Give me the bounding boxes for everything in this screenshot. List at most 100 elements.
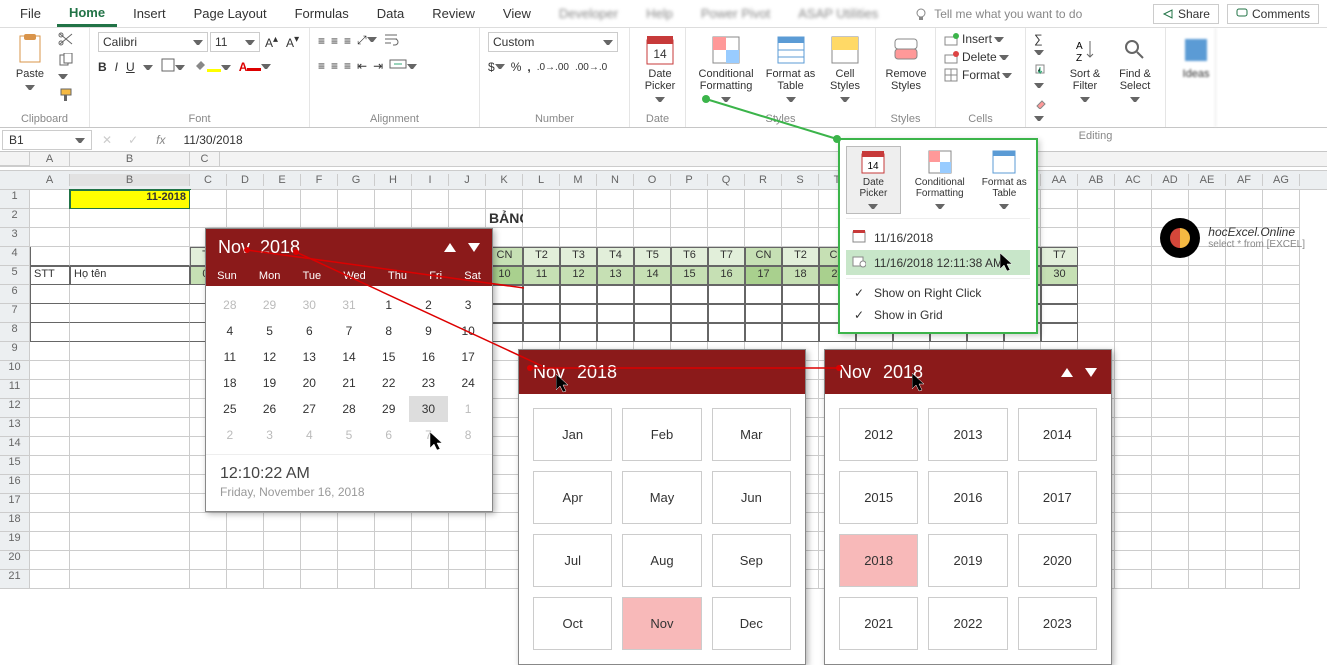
cal-year[interactable]: 2018 [260, 237, 300, 258]
cell[interactable]: BẢNG CHẤM CÔNG T11-2018 [486, 209, 523, 228]
cell[interactable] [1152, 190, 1189, 209]
cell[interactable] [708, 209, 745, 228]
sort-filter-button[interactable]: AZ Sort & Filter [1063, 32, 1107, 106]
cell[interactable] [1041, 209, 1078, 228]
menu-show-grid[interactable]: ✓Show in Grid [846, 304, 1030, 326]
row-header[interactable]: 1 [0, 190, 30, 209]
format-painter-button[interactable] [58, 88, 81, 105]
cal-day[interactable]: 5 [329, 422, 369, 448]
cell[interactable] [1263, 494, 1300, 513]
cell[interactable] [338, 513, 375, 532]
cal-day[interactable]: 17 [448, 344, 488, 370]
cell[interactable] [1226, 323, 1263, 342]
cal-year-cell[interactable]: 2017 [1018, 471, 1097, 524]
cell[interactable] [1115, 475, 1152, 494]
cell[interactable] [264, 551, 301, 570]
row-header[interactable]: 18 [0, 513, 30, 532]
align-left-button[interactable]: ≡ [318, 59, 325, 73]
tab-hidden2[interactable]: Help [634, 2, 685, 25]
cell[interactable]: 12 [560, 266, 597, 285]
cell[interactable] [1115, 304, 1152, 323]
cell[interactable] [1041, 228, 1078, 247]
popup-date-picker-button[interactable]: 14 Date Picker [846, 146, 901, 214]
cal-month-cell[interactable]: Mar [712, 408, 791, 461]
cell[interactable] [1189, 456, 1226, 475]
cell[interactable] [1152, 437, 1189, 456]
col-header[interactable]: B [70, 152, 190, 166]
share-button[interactable]: Share [1153, 4, 1219, 24]
cell[interactable] [634, 209, 671, 228]
cell[interactable] [1152, 399, 1189, 418]
cal-day[interactable]: 3 [250, 422, 290, 448]
tab-review[interactable]: Review [420, 2, 487, 25]
cell[interactable] [708, 304, 745, 323]
cell[interactable] [1189, 532, 1226, 551]
cal-day[interactable]: 24 [448, 370, 488, 396]
cell[interactable] [1263, 342, 1300, 361]
cell[interactable] [1115, 570, 1152, 589]
cell[interactable] [449, 570, 486, 589]
cell[interactable] [70, 399, 190, 418]
cell[interactable] [1226, 532, 1263, 551]
cal3-next-button[interactable] [1085, 368, 1097, 377]
cell[interactable] [671, 285, 708, 304]
cal-day[interactable]: 4 [289, 422, 329, 448]
cal-day[interactable]: 7 [409, 422, 449, 448]
cal-day[interactable]: 27 [289, 396, 329, 422]
cell[interactable] [30, 247, 70, 266]
cell[interactable] [1152, 304, 1189, 323]
tab-file[interactable]: File [8, 2, 53, 25]
cell[interactable] [671, 190, 708, 209]
cal-day[interactable]: 14 [329, 344, 369, 370]
font-size-select[interactable]: 11 [210, 32, 260, 52]
cell[interactable] [745, 209, 782, 228]
cell[interactable] [1115, 266, 1152, 285]
cell[interactable] [449, 209, 486, 228]
select-all-corner[interactable] [0, 152, 30, 166]
cell[interactable] [70, 304, 190, 323]
cal-day[interactable]: 6 [289, 318, 329, 344]
cal-month-cell[interactable]: May [622, 471, 701, 524]
cell[interactable] [1152, 285, 1189, 304]
cell[interactable] [1263, 475, 1300, 494]
cell[interactable] [671, 228, 708, 247]
cell[interactable] [1263, 380, 1300, 399]
cell[interactable] [375, 513, 412, 532]
cell[interactable] [523, 304, 560, 323]
dec-decimal-button[interactable]: .00→.0 [575, 62, 607, 73]
cell[interactable] [1189, 418, 1226, 437]
cell[interactable] [782, 209, 819, 228]
col-header[interactable]: D [227, 174, 264, 186]
cell[interactable] [338, 551, 375, 570]
inc-decimal-button[interactable]: .0→.00 [537, 62, 569, 73]
cell[interactable] [30, 456, 70, 475]
cell[interactable]: T3 [560, 247, 597, 266]
cal-day[interactable]: 1 [369, 292, 409, 318]
cell[interactable] [412, 570, 449, 589]
cell[interactable] [30, 285, 70, 304]
cell[interactable] [70, 285, 190, 304]
row-header[interactable]: 10 [0, 361, 30, 380]
menu-insert-datetime[interactable]: 11/16/2018 12:11:38 AM [846, 250, 1030, 275]
cell[interactable] [745, 304, 782, 323]
autosum-button[interactable]: ∑ [1034, 32, 1051, 60]
cell[interactable] [1152, 570, 1189, 589]
cell[interactable] [708, 323, 745, 342]
cell[interactable] [1189, 304, 1226, 323]
copy-button[interactable] [58, 53, 81, 84]
tab-data[interactable]: Data [365, 2, 416, 25]
cell[interactable] [338, 209, 375, 228]
cell[interactable] [745, 285, 782, 304]
row-header[interactable]: 8 [0, 323, 30, 342]
cell[interactable]: T6 [671, 247, 708, 266]
col-header[interactable]: R [745, 174, 782, 186]
cell[interactable] [1078, 266, 1115, 285]
cell[interactable] [1078, 228, 1115, 247]
cell[interactable] [1115, 532, 1152, 551]
border-button[interactable] [161, 58, 185, 75]
cell[interactable] [486, 190, 523, 209]
cell[interactable] [70, 342, 190, 361]
cell[interactable] [1152, 551, 1189, 570]
cell[interactable] [190, 570, 227, 589]
cell[interactable] [1226, 266, 1263, 285]
